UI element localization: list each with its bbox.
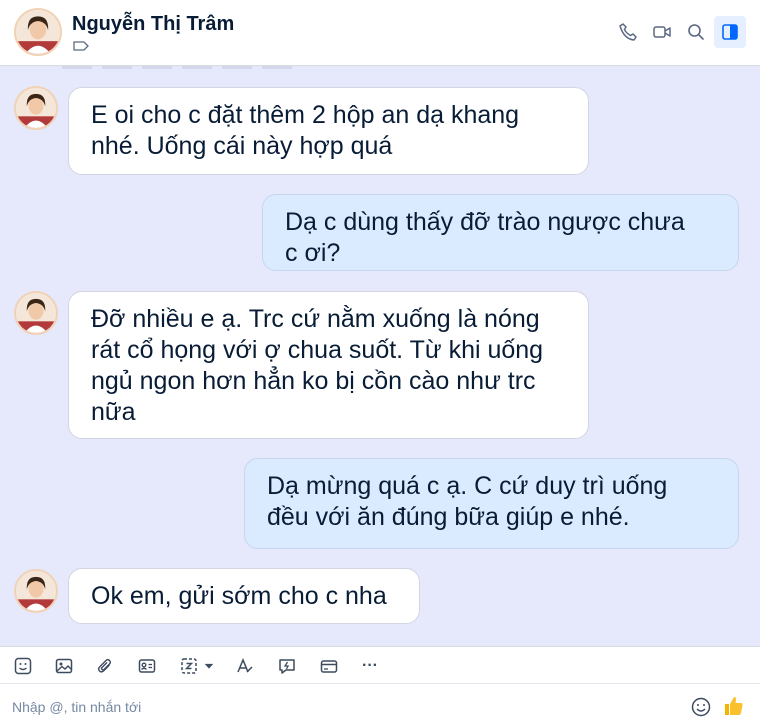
message-input[interactable] bbox=[12, 696, 652, 718]
chat-header: Nguyễn Thị Trâm bbox=[0, 0, 760, 66]
message-bubble-outgoing[interactable]: Dạ mừng quá c ạ. C cứ duy trì uống đều v… bbox=[244, 458, 739, 549]
screenshot-icon[interactable] bbox=[178, 655, 200, 677]
quick-message-icon[interactable] bbox=[276, 655, 298, 677]
message-line: Dạ mừng quá c ạ. C cứ duy trì uống bbox=[267, 472, 668, 500]
message-bubble-incoming[interactable]: Đỡ nhiều e ạ. Trc cứ nằm xuống là nóng r… bbox=[68, 291, 589, 439]
message-line: Ok em, gửi sớm cho c nha bbox=[91, 582, 387, 610]
sender-avatar[interactable] bbox=[14, 569, 58, 613]
message-line: Dạ c dùng thấy đỡ trào ngược chưa bbox=[285, 208, 685, 236]
message-line: rát cổ họng với ợ chua suốt. Từ khi uống bbox=[91, 336, 544, 364]
contact-name[interactable]: Nguyễn Thị Trâm bbox=[72, 13, 234, 36]
emoji-icon[interactable] bbox=[690, 696, 712, 718]
message-line: E oi cho c đặt thêm 2 hộp an dạ khang bbox=[91, 101, 520, 129]
thumbs-up-icon[interactable] bbox=[722, 694, 746, 718]
tag-icon[interactable] bbox=[73, 41, 89, 51]
message-list[interactable]: E oi cho c đặt thêm 2 hộp an dạ khang nh… bbox=[0, 66, 760, 646]
message-line: nhé. Uống cái này hợp quá bbox=[91, 132, 393, 160]
composer-toolbar: ··· bbox=[0, 646, 760, 684]
message-bubble-incoming[interactable]: Ok em, gửi sớm cho c nha bbox=[68, 568, 420, 624]
message-line: nữa bbox=[91, 398, 136, 426]
image-icon[interactable] bbox=[53, 655, 75, 677]
composer bbox=[0, 684, 760, 728]
message-bubble-outgoing[interactable]: Dạ c dùng thấy đỡ trào ngược chưa c ơi? bbox=[262, 194, 739, 271]
message-bubble-incoming[interactable]: E oi cho c đặt thêm 2 hộp an dạ khang nh… bbox=[68, 87, 589, 175]
message-line: c ơi? bbox=[285, 239, 341, 267]
search-icon[interactable] bbox=[680, 16, 712, 48]
contact-card-icon[interactable] bbox=[136, 655, 158, 677]
text-format-icon[interactable] bbox=[234, 655, 256, 677]
attachment-icon[interactable] bbox=[94, 655, 116, 677]
contact-avatar[interactable] bbox=[14, 8, 62, 56]
message-line: đều với ăn đúng bữa giúp e nhé. bbox=[267, 503, 630, 531]
message-line: Đỡ nhiều e ạ. Trc cứ nằm xuống là nóng bbox=[91, 305, 540, 333]
sender-avatar[interactable] bbox=[14, 291, 58, 335]
phone-icon[interactable] bbox=[612, 16, 644, 48]
video-call-icon[interactable] bbox=[646, 16, 678, 48]
message-line: ngủ ngon hơn hẳn ko bị cồn cào như trc bbox=[91, 367, 536, 395]
more-icon[interactable]: ··· bbox=[359, 655, 381, 677]
payment-card-icon[interactable] bbox=[318, 655, 340, 677]
sidebar-toggle-icon[interactable] bbox=[714, 16, 746, 48]
dropdown-arrow-icon[interactable] bbox=[202, 655, 216, 677]
divider bbox=[62, 66, 302, 69]
sticker-icon[interactable] bbox=[12, 655, 34, 677]
sender-avatar[interactable] bbox=[14, 86, 58, 130]
